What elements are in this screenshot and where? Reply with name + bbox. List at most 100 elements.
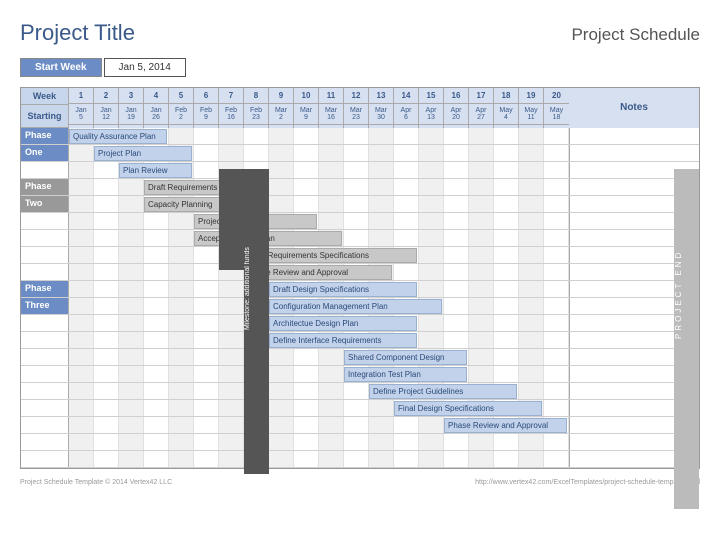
start-week-input[interactable]: Jan 5, 2014 <box>104 58 186 77</box>
week-cells: Define Interface Requirements <box>69 332 569 348</box>
week-date: Mar9 <box>294 104 318 125</box>
page-title: Project Title <box>20 20 135 46</box>
week-number: 14 <box>394 88 418 104</box>
grid-body: Milestone: additional funds PROJECT END … <box>21 128 699 468</box>
schedule-row: Integration Test Plan <box>21 366 699 383</box>
task-bar[interactable]: Draft Design Specifications <box>269 282 417 297</box>
week-cells: Project Test Plan <box>69 213 569 229</box>
task-bar[interactable]: Shared Component Design <box>344 350 467 365</box>
week-date: Feb16 <box>219 104 243 125</box>
schedule-row: Phase Review and Approval <box>21 417 699 434</box>
grid-header: Week Starting 1Jan52Jan123Jan194Jan265Fe… <box>21 88 699 128</box>
phase-label: Phase <box>21 128 69 144</box>
task-bar[interactable]: Define Interface Requirements <box>269 333 417 348</box>
start-week-label: Start Week <box>20 58 102 77</box>
phase-label: Phase <box>21 281 69 297</box>
phase-label <box>21 434 69 450</box>
week-date: Feb23 <box>244 104 268 125</box>
phase-label <box>21 247 69 263</box>
week-number: 7 <box>219 88 243 104</box>
task-bar[interactable]: Project Plan <box>94 146 192 161</box>
schedule-row: Plan Review <box>21 162 699 179</box>
starting-header: Starting <box>21 105 68 128</box>
task-bar[interactable]: Phase Review and Approval <box>444 418 567 433</box>
week-number: 18 <box>494 88 518 104</box>
page-subtitle: Project Schedule <box>571 25 700 45</box>
week-header-col: 9Mar2 <box>269 88 294 128</box>
week-date: May11 <box>519 104 543 125</box>
schedule-row: Define Interface Requirements <box>21 332 699 349</box>
week-number: 8 <box>244 88 268 104</box>
week-header-col: 5Feb2 <box>169 88 194 128</box>
week-header-col: 4Jan26 <box>144 88 169 128</box>
week-number: 5 <box>169 88 193 104</box>
task-bar[interactable]: Architectue Design Plan <box>269 316 417 331</box>
week-number: 13 <box>369 88 393 104</box>
phase-label: Two <box>21 196 69 212</box>
week-date: Apr6 <box>394 104 418 125</box>
week-number: 16 <box>444 88 468 104</box>
week-cells: Define Project Guidelines <box>69 383 569 399</box>
week-date: Mar16 <box>319 104 343 125</box>
phase-label <box>21 366 69 382</box>
start-week-row: Start Week Jan 5, 2014 <box>20 58 700 77</box>
schedule-row: Shared Component Design <box>21 349 699 366</box>
notes-cell[interactable] <box>569 128 699 144</box>
week-header-col: 7Feb16 <box>219 88 244 128</box>
week-cells: Draft Design Specifications <box>69 281 569 297</box>
week-header-col: 12Mar23 <box>344 88 369 128</box>
week-cells: Capacity Planning <box>69 196 569 212</box>
week-number: 15 <box>419 88 443 104</box>
week-cells: Quality Assurance Plan <box>69 128 569 144</box>
phase-label <box>21 383 69 399</box>
week-number: 12 <box>344 88 368 104</box>
week-number: 4 <box>144 88 168 104</box>
week-date: Mar23 <box>344 104 368 125</box>
week-header-col: 20May18 <box>544 88 569 128</box>
schedule-grid: Week Starting 1Jan52Jan123Jan194Jan265Fe… <box>20 87 700 469</box>
week-date: Jan19 <box>119 104 143 125</box>
week-date: Apr20 <box>444 104 468 125</box>
schedule-row: ThreeConfiguration Management Plan <box>21 298 699 315</box>
week-number: 9 <box>269 88 293 104</box>
week-date: Apr27 <box>469 104 493 125</box>
header: Project Title Project Schedule <box>20 20 700 46</box>
schedule-row: Architectue Design Plan <box>21 315 699 332</box>
phase-label <box>21 264 69 280</box>
week-cells: Configuration Management Plan <box>69 298 569 314</box>
schedule-row: PhaseQuality Assurance Plan <box>21 128 699 145</box>
task-bar[interactable]: Configuration Management Plan <box>269 299 442 314</box>
week-header-col: 18May4 <box>494 88 519 128</box>
week-date: Jan5 <box>69 104 93 125</box>
week-header-col: 13Mar30 <box>369 88 394 128</box>
phase-label <box>21 213 69 229</box>
week-number: 2 <box>94 88 118 104</box>
week-header-col: 17Apr27 <box>469 88 494 128</box>
notes-cell[interactable] <box>569 145 699 161</box>
schedule-row <box>21 434 699 451</box>
milestone-additional-funds: Milestone: additional funds <box>244 169 269 474</box>
week-number: 17 <box>469 88 493 104</box>
week-date: Feb2 <box>169 104 193 125</box>
task-bar[interactable]: Plan Review <box>119 163 192 178</box>
phase-label <box>21 417 69 433</box>
week-number: 6 <box>194 88 218 104</box>
week-number: 20 <box>544 88 569 104</box>
task-bar[interactable]: Integration Test Plan <box>344 367 467 382</box>
week-cells: Shared Component Design <box>69 349 569 365</box>
task-bar[interactable]: Quality Assurance Plan <box>69 129 167 144</box>
footer-link[interactable]: http://www.vertex42.com/ExcelTemplates/p… <box>475 479 700 486</box>
task-bar[interactable]: Final Requirements Specifications <box>244 248 417 263</box>
week-header-col: 10Mar9 <box>294 88 319 128</box>
week-cells: Integration Test Plan <box>69 366 569 382</box>
week-cells: Architectue Design Plan <box>69 315 569 331</box>
week-header: Week <box>21 88 68 105</box>
milestone-marker <box>219 169 244 270</box>
schedule-row: OneProject Plan <box>21 145 699 162</box>
task-bar[interactable]: Final Design Specifications <box>394 401 542 416</box>
schedule-row: PhaseDraft Requirements <box>21 179 699 196</box>
phase-label <box>21 349 69 365</box>
phase-label <box>21 162 69 178</box>
task-bar[interactable]: Define Project Guidelines <box>369 384 517 399</box>
week-header-col: 2Jan12 <box>94 88 119 128</box>
